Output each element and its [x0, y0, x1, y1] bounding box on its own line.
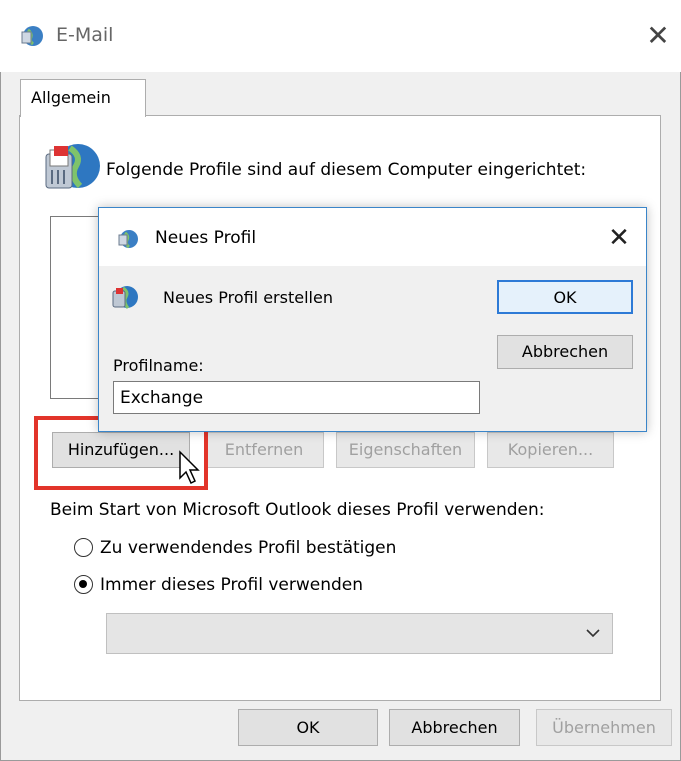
ok-button[interactable]: OK: [238, 709, 378, 746]
remove-profile-button[interactable]: Entfernen: [204, 432, 324, 468]
radio-always-profile-label[interactable]: Immer dieses Profil verwenden: [100, 575, 363, 595]
dialog-cancel-button[interactable]: Abbrechen: [497, 335, 633, 369]
tab-general[interactable]: Allgemein: [20, 79, 146, 117]
profile-select[interactable]: [106, 613, 613, 654]
radio-confirm-profile[interactable]: [74, 538, 93, 557]
close-icon[interactable]: ✕: [640, 18, 676, 54]
mail-globe-icon: [118, 230, 138, 249]
new-profile-icon: [112, 286, 138, 309]
chevron-down-icon: [586, 629, 600, 638]
radio-confirm-profile-label[interactable]: Zu verwendendes Profil bestätigen: [100, 538, 396, 558]
profiles-heading: Folgende Profile sind auf diesem Compute…: [106, 160, 587, 180]
dialog-close-icon[interactable]: ✕: [601, 220, 637, 256]
profile-properties-button[interactable]: Eigenschaften: [336, 432, 475, 468]
window-title: E-Mail: [56, 24, 114, 46]
profile-name-input[interactable]: [113, 381, 480, 414]
profiles-icon: [45, 144, 100, 189]
copy-profile-button[interactable]: Kopieren...: [487, 432, 614, 468]
radio-always-profile[interactable]: [74, 575, 93, 594]
startup-label: Beim Start von Microsoft Outlook dieses …: [50, 500, 545, 520]
cancel-button[interactable]: Abbrechen: [389, 709, 520, 746]
dialog-heading: Neues Profil erstellen: [163, 288, 333, 307]
mail-globe-icon: [21, 26, 43, 46]
profile-name-label: Profilname:: [113, 356, 204, 375]
dialog-ok-button[interactable]: OK: [497, 280, 633, 314]
mouse-cursor-icon: [179, 450, 200, 485]
dialog-title: Neues Profil: [155, 228, 257, 248]
new-profile-dialog: Neues Profil ✕ Neues Profil erstellen OK…: [98, 207, 647, 432]
apply-button[interactable]: Übernehmen: [536, 709, 672, 746]
